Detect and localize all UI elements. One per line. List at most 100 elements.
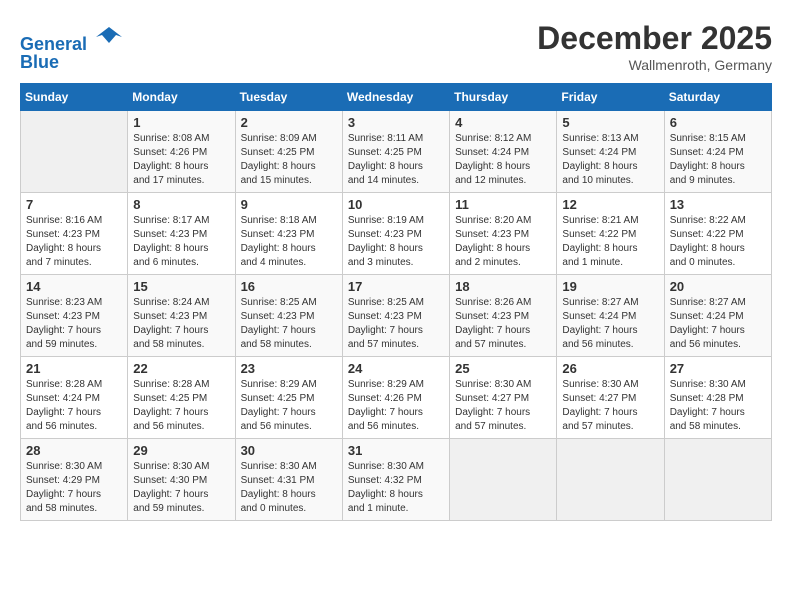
day-number: 28 xyxy=(26,443,122,458)
day-info: Sunrise: 8:23 AM Sunset: 4:23 PM Dayligh… xyxy=(26,296,122,352)
day-number: 25 xyxy=(455,361,551,376)
calendar-cell: 30 Sunrise: 8:30 AM Sunset: 4:31 PM Dayli… xyxy=(235,439,342,521)
calendar-cell: 29 Sunrise: 8:30 AM Sunset: 4:30 PM Dayli… xyxy=(128,439,235,521)
calendar-cell: 15Sunrise: 8:24 AM Sunset: 4:23 PM Dayli… xyxy=(128,275,235,357)
calendar-cell: 2 Sunrise: 8:09 AM Sunset: 4:25 PM Daylig… xyxy=(235,111,342,193)
day-number: 2 xyxy=(241,115,337,130)
day-info: Sunrise: 8:30 AM Sunset: 4:28 PM Dayligh… xyxy=(670,378,766,434)
logo: General Blue xyxy=(20,20,124,73)
day-number: 31 xyxy=(348,443,444,458)
calendar-cell: 23 Sunrise: 8:29 AM Sunset: 4:25 PM Dayli… xyxy=(235,357,342,439)
calendar-cell: 12 Sunrise: 8:21 AM Sunset: 4:22 PM Dayli… xyxy=(557,193,664,275)
day-number: 21 xyxy=(26,361,122,376)
calendar-header-row: SundayMondayTuesdayWednesdayThursdayFrid… xyxy=(21,84,772,111)
page-header: General Blue December 2025 Wallmenroth, … xyxy=(20,20,772,73)
day-number: 26 xyxy=(562,361,658,376)
calendar-cell: 17Sunrise: 8:25 AM Sunset: 4:23 PM Dayli… xyxy=(342,275,449,357)
day-info: Sunrise: 8:22 AM Sunset: 4:22 PM Dayligh… xyxy=(670,214,766,270)
calendar-cell: 11 Sunrise: 8:20 AM Sunset: 4:23 PM Dayli… xyxy=(450,193,557,275)
calendar-cell: 28 Sunrise: 8:30 AM Sunset: 4:29 PM Dayli… xyxy=(21,439,128,521)
day-info: Sunrise: 8:19 AM Sunset: 4:23 PM Dayligh… xyxy=(348,214,444,270)
calendar-cell: 20 Sunrise: 8:27 AM Sunset: 4:24 PM Dayli… xyxy=(664,275,771,357)
day-info: Sunrise: 8:20 AM Sunset: 4:23 PM Dayligh… xyxy=(455,214,551,270)
day-info: Sunrise: 8:27 AM Sunset: 4:24 PM Dayligh… xyxy=(562,296,658,352)
day-number: 12 xyxy=(562,197,658,212)
day-info: Sunrise: 8:29 AM Sunset: 4:26 PM Dayligh… xyxy=(348,378,444,434)
day-number: 11 xyxy=(455,197,551,212)
calendar-cell: 14 Sunrise: 8:23 AM Sunset: 4:23 PM Dayli… xyxy=(21,275,128,357)
day-number: 8 xyxy=(133,197,229,212)
day-number: 14 xyxy=(26,279,122,294)
day-number: 18 xyxy=(455,279,551,294)
day-number: 20 xyxy=(670,279,766,294)
calendar-cell xyxy=(557,439,664,521)
day-info: Sunrise: 8:09 AM Sunset: 4:25 PM Dayligh… xyxy=(241,132,337,188)
logo-bird-icon xyxy=(94,20,124,50)
day-info: Sunrise: 8:30 AM Sunset: 4:32 PM Dayligh… xyxy=(348,460,444,516)
day-info: Sunrise: 8:12 AM Sunset: 4:24 PM Dayligh… xyxy=(455,132,551,188)
col-header-wednesday: Wednesday xyxy=(342,84,449,111)
calendar-cell: 24 Sunrise: 8:29 AM Sunset: 4:26 PM Dayli… xyxy=(342,357,449,439)
calendar-week-4: 21Sunrise: 8:28 AM Sunset: 4:24 PM Dayli… xyxy=(21,357,772,439)
calendar-cell: 21Sunrise: 8:28 AM Sunset: 4:24 PM Dayli… xyxy=(21,357,128,439)
day-number: 16 xyxy=(241,279,337,294)
day-info: Sunrise: 8:15 AM Sunset: 4:24 PM Dayligh… xyxy=(670,132,766,188)
calendar-table: SundayMondayTuesdayWednesdayThursdayFrid… xyxy=(20,83,772,521)
day-info: Sunrise: 8:21 AM Sunset: 4:22 PM Dayligh… xyxy=(562,214,658,270)
day-number: 5 xyxy=(562,115,658,130)
col-header-tuesday: Tuesday xyxy=(235,84,342,111)
calendar-cell: 19Sunrise: 8:27 AM Sunset: 4:24 PM Dayli… xyxy=(557,275,664,357)
day-info: Sunrise: 8:29 AM Sunset: 4:25 PM Dayligh… xyxy=(241,378,337,434)
calendar-week-1: 1 Sunrise: 8:08 AM Sunset: 4:26 PM Daylig… xyxy=(21,111,772,193)
calendar-cell: 7 Sunrise: 8:16 AM Sunset: 4:23 PM Daylig… xyxy=(21,193,128,275)
calendar-cell: 4Sunrise: 8:12 AM Sunset: 4:24 PM Daylig… xyxy=(450,111,557,193)
day-info: Sunrise: 8:30 AM Sunset: 4:29 PM Dayligh… xyxy=(26,460,122,516)
day-info: Sunrise: 8:30 AM Sunset: 4:31 PM Dayligh… xyxy=(241,460,337,516)
day-number: 30 xyxy=(241,443,337,458)
calendar-week-5: 28 Sunrise: 8:30 AM Sunset: 4:29 PM Dayli… xyxy=(21,439,772,521)
col-header-friday: Friday xyxy=(557,84,664,111)
calendar-cell: 6 Sunrise: 8:15 AM Sunset: 4:24 PM Daylig… xyxy=(664,111,771,193)
day-info: Sunrise: 8:27 AM Sunset: 4:24 PM Dayligh… xyxy=(670,296,766,352)
day-info: Sunrise: 8:08 AM Sunset: 4:26 PM Dayligh… xyxy=(133,132,229,188)
calendar-cell: 31 Sunrise: 8:30 AM Sunset: 4:32 PM Dayli… xyxy=(342,439,449,521)
day-number: 15 xyxy=(133,279,229,294)
calendar-cell: 26 Sunrise: 8:30 AM Sunset: 4:27 PM Dayli… xyxy=(557,357,664,439)
logo-text: General xyxy=(20,20,124,56)
day-info: Sunrise: 8:18 AM Sunset: 4:23 PM Dayligh… xyxy=(241,214,337,270)
calendar-cell: 8 Sunrise: 8:17 AM Sunset: 4:23 PM Daylig… xyxy=(128,193,235,275)
calendar-cell: 1 Sunrise: 8:08 AM Sunset: 4:26 PM Daylig… xyxy=(128,111,235,193)
day-number: 17 xyxy=(348,279,444,294)
title-block: December 2025 Wallmenroth, Germany xyxy=(537,20,772,73)
day-info: Sunrise: 8:17 AM Sunset: 4:23 PM Dayligh… xyxy=(133,214,229,270)
day-info: Sunrise: 8:30 AM Sunset: 4:27 PM Dayligh… xyxy=(562,378,658,434)
day-number: 13 xyxy=(670,197,766,212)
calendar-cell xyxy=(21,111,128,193)
day-info: Sunrise: 8:25 AM Sunset: 4:23 PM Dayligh… xyxy=(241,296,337,352)
col-header-saturday: Saturday xyxy=(664,84,771,111)
location: Wallmenroth, Germany xyxy=(537,57,772,73)
calendar-cell: 18Sunrise: 8:26 AM Sunset: 4:23 PM Dayli… xyxy=(450,275,557,357)
day-number: 1 xyxy=(133,115,229,130)
calendar-body: 1 Sunrise: 8:08 AM Sunset: 4:26 PM Daylig… xyxy=(21,111,772,521)
calendar-week-2: 7 Sunrise: 8:16 AM Sunset: 4:23 PM Daylig… xyxy=(21,193,772,275)
col-header-sunday: Sunday xyxy=(21,84,128,111)
day-info: Sunrise: 8:16 AM Sunset: 4:23 PM Dayligh… xyxy=(26,214,122,270)
calendar-week-3: 14 Sunrise: 8:23 AM Sunset: 4:23 PM Dayli… xyxy=(21,275,772,357)
day-number: 27 xyxy=(670,361,766,376)
calendar-cell: 27 Sunrise: 8:30 AM Sunset: 4:28 PM Dayli… xyxy=(664,357,771,439)
day-number: 22 xyxy=(133,361,229,376)
day-number: 7 xyxy=(26,197,122,212)
calendar-cell: 22Sunrise: 8:28 AM Sunset: 4:25 PM Dayli… xyxy=(128,357,235,439)
day-number: 29 xyxy=(133,443,229,458)
day-number: 10 xyxy=(348,197,444,212)
day-number: 6 xyxy=(670,115,766,130)
calendar-cell: 3Sunrise: 8:11 AM Sunset: 4:25 PM Daylig… xyxy=(342,111,449,193)
day-number: 24 xyxy=(348,361,444,376)
calendar-cell xyxy=(664,439,771,521)
day-number: 23 xyxy=(241,361,337,376)
calendar-cell: 10 Sunrise: 8:19 AM Sunset: 4:23 PM Dayli… xyxy=(342,193,449,275)
month-title: December 2025 xyxy=(537,20,772,57)
day-number: 9 xyxy=(241,197,337,212)
day-info: Sunrise: 8:30 AM Sunset: 4:30 PM Dayligh… xyxy=(133,460,229,516)
